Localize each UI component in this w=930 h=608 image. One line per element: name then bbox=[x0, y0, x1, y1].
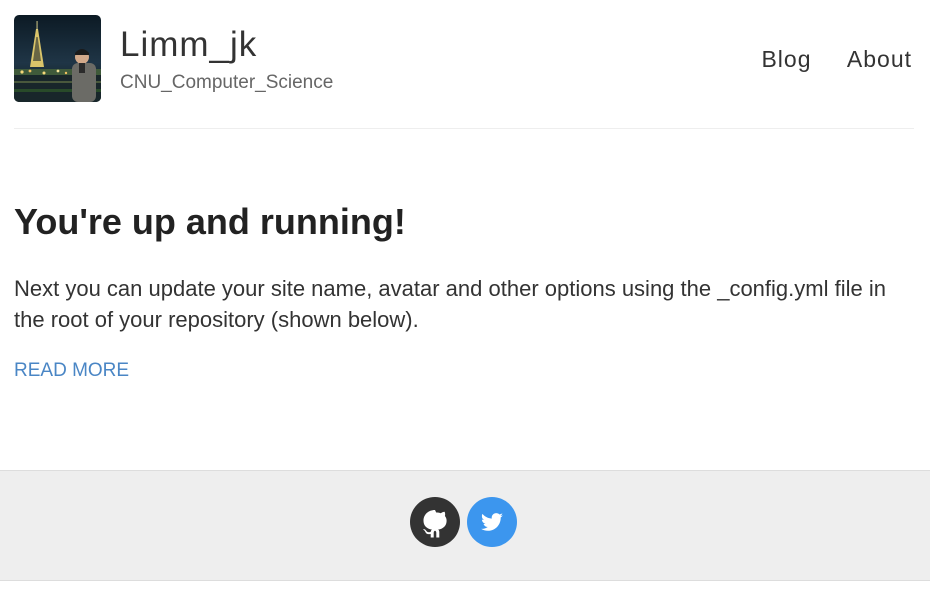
nav-link-about[interactable]: About bbox=[847, 46, 912, 72]
github-link[interactable] bbox=[410, 497, 460, 547]
page: Limm_jk CNU_Computer_Science Blog About … bbox=[0, 0, 930, 608]
read-more-link[interactable]: READ MORE bbox=[14, 359, 129, 383]
twitter-link[interactable] bbox=[467, 497, 517, 547]
site-title[interactable]: Limm_jk bbox=[120, 25, 257, 65]
post-excerpt: Next you can update your site name, avat… bbox=[14, 276, 886, 332]
avatar[interactable] bbox=[14, 15, 101, 102]
site-description: CNU_Computer_Science bbox=[120, 72, 334, 93]
avatar-photo bbox=[14, 15, 101, 102]
github-icon bbox=[423, 510, 447, 538]
main-nav: Blog About bbox=[733, 45, 912, 73]
nav-link-blog[interactable]: Blog bbox=[761, 46, 811, 72]
footer bbox=[0, 470, 930, 581]
post-title: You're up and running! bbox=[14, 201, 406, 242]
masthead: Limm_jk CNU_Computer_Science Blog About bbox=[14, 0, 914, 129]
twitter-icon bbox=[481, 513, 503, 531]
